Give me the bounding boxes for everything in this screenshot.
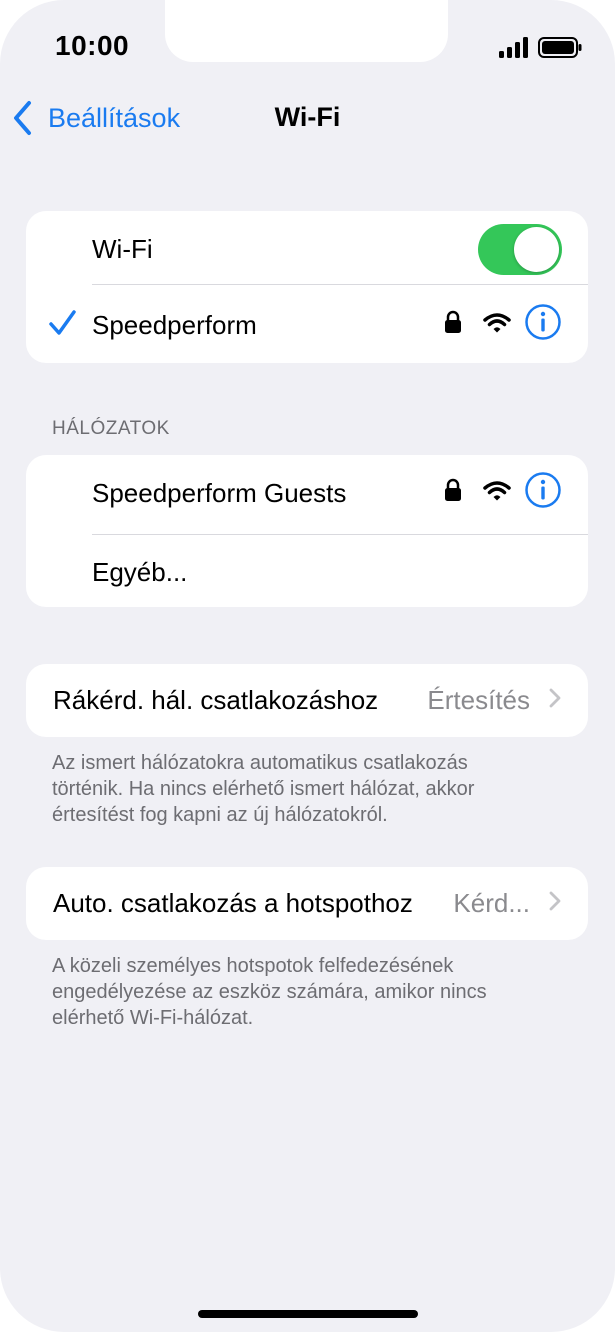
info-icon[interactable] <box>524 471 562 516</box>
ask-join-group: Rákérd. hál. csatlakozáshoz Értesítés <box>26 664 588 737</box>
chevron-right-icon <box>548 685 562 716</box>
wifi-toggle-row: Wi-Fi <box>26 211 588 287</box>
auto-hotspot-footer: A közeli személyes hotspotok felfedezésé… <box>52 955 487 1029</box>
status-icons <box>499 36 583 62</box>
networks-group: Speedperform Guests Egyéb... <box>26 455 588 607</box>
networks-section-header: HÁLÓZATOK <box>52 418 170 439</box>
other-network-row[interactable]: Egyéb... <box>26 534 588 607</box>
lock-icon <box>444 478 462 509</box>
phone-screen: 10:00 Beállítások Wi-Fi Wi-Fi Speedperfo… <box>0 0 615 1332</box>
home-indicator[interactable] <box>198 1310 418 1318</box>
ask-join-footer: Az ismert hálózatokra automatikus csatla… <box>52 752 475 826</box>
divider <box>92 284 588 285</box>
network-name: Speedperform Guests <box>92 477 347 508</box>
cellular-signal-icon <box>499 37 528 58</box>
wifi-group: Wi-Fi Speedperform <box>26 211 588 363</box>
wifi-signal-icon <box>483 478 511 509</box>
page-title: Wi-Fi <box>274 102 341 132</box>
auto-hotspot-label: Auto. csatlakozás a hotspothoz <box>53 888 413 918</box>
auto-hotspot-row[interactable]: Auto. csatlakozás a hotspothoz Kérd... <box>26 867 588 940</box>
chevron-right-icon <box>548 888 562 919</box>
connected-network-row[interactable]: Speedperform <box>26 287 588 363</box>
ask-join-row[interactable]: Rákérd. hál. csatlakozáshoz Értesítés <box>26 664 588 737</box>
wifi-toggle-label: Wi-Fi <box>92 233 153 264</box>
checkmark-icon <box>48 309 76 344</box>
toggle-knob <box>514 226 559 272</box>
network-row[interactable]: Speedperform Guests <box>26 455 588 531</box>
battery-icon <box>538 37 582 58</box>
status-time: 10:00 <box>55 30 130 61</box>
auto-hotspot-value: Kérd... <box>453 888 530 918</box>
info-icon[interactable] <box>524 303 562 348</box>
ask-join-label: Rákérd. hál. csatlakozáshoz <box>53 685 379 715</box>
ask-join-value: Értesítés <box>427 685 530 715</box>
wifi-signal-icon <box>483 310 511 341</box>
lock-icon <box>444 310 462 341</box>
auto-hotspot-group: Auto. csatlakozás a hotspothoz Kérd... <box>26 867 588 940</box>
wifi-toggle[interactable] <box>478 223 562 275</box>
connected-network-name: Speedperform <box>92 309 257 340</box>
notch <box>165 0 448 62</box>
other-network-label: Egyéb... <box>92 556 188 587</box>
